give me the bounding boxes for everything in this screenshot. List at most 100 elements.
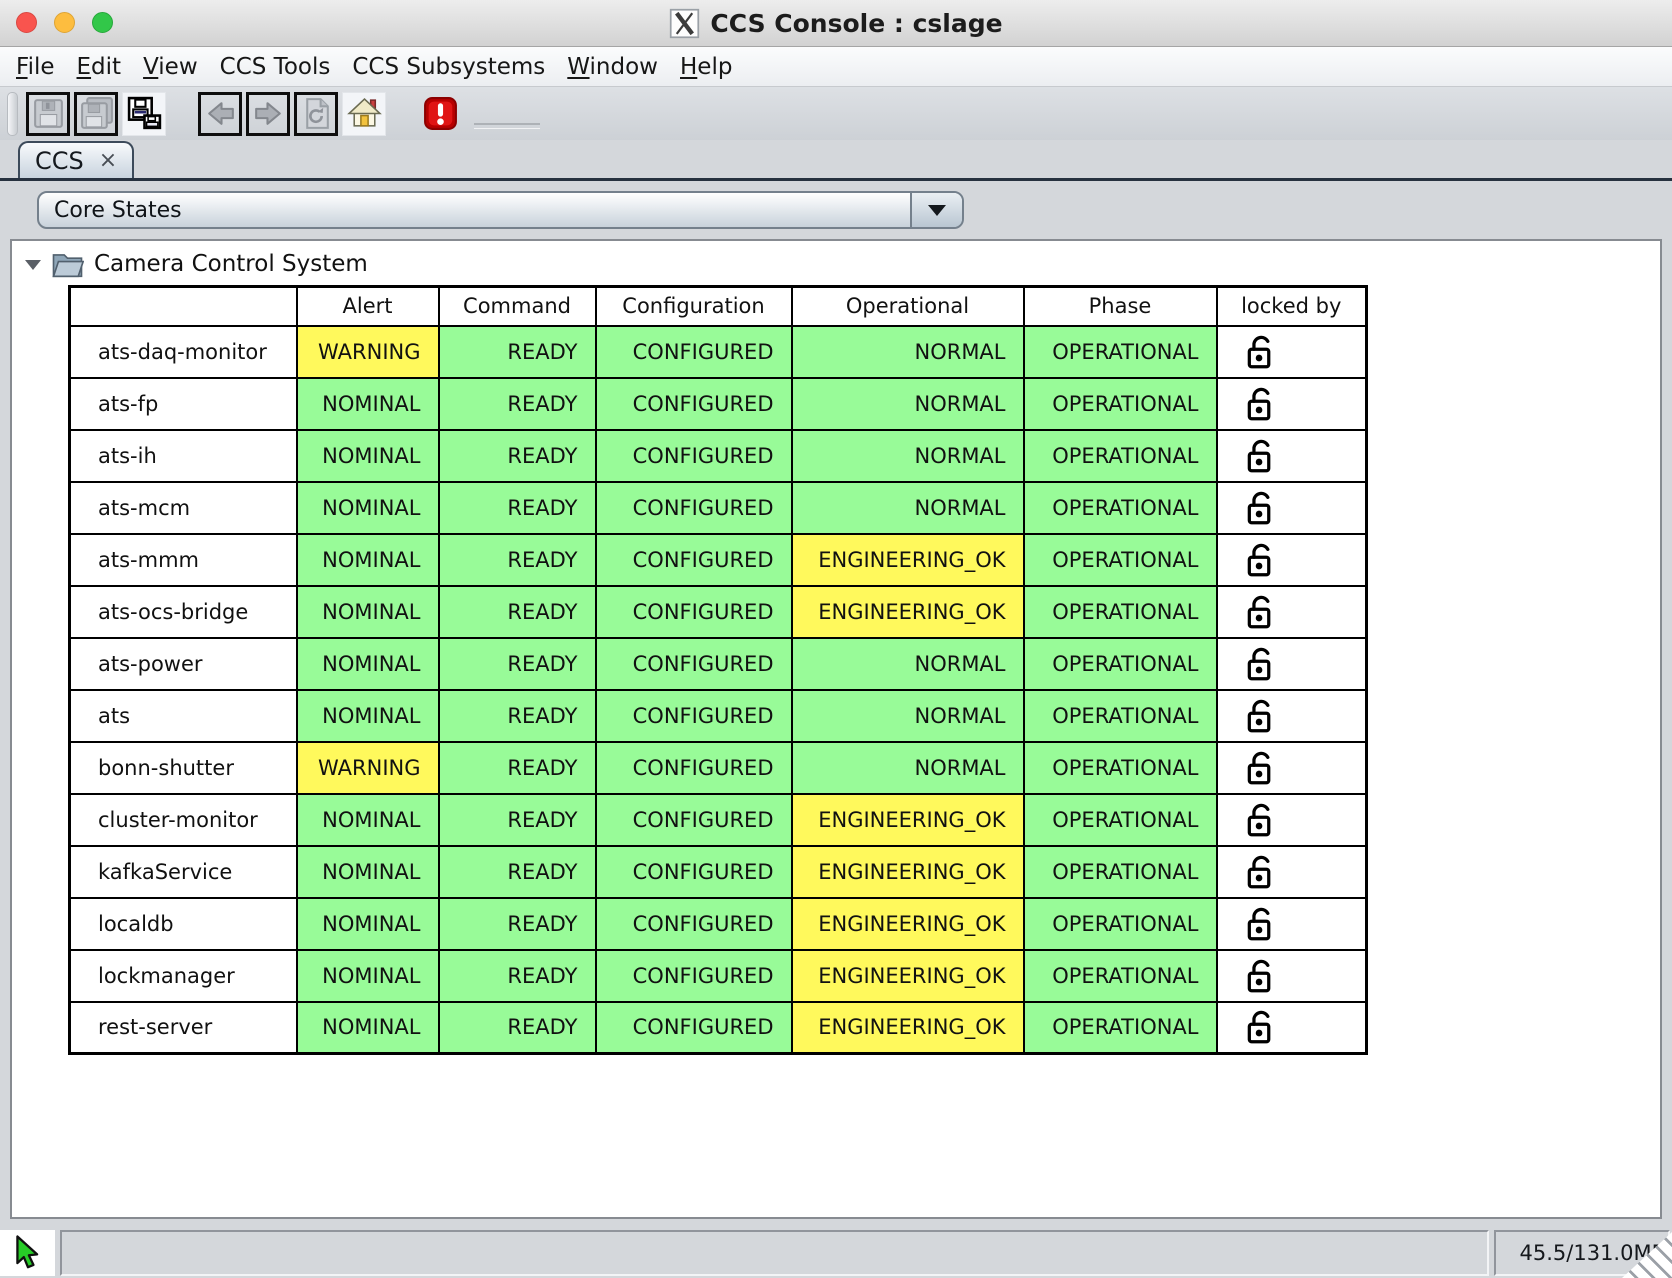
cell-operational[interactable]: NORMAL (792, 742, 1024, 794)
cell-phase[interactable]: OPERATIONAL (1024, 482, 1217, 534)
refresh-button[interactable] (294, 92, 338, 136)
cell-locked-by[interactable] (1217, 950, 1367, 1002)
cell-name[interactable]: bonn-shutter (70, 742, 297, 794)
cell-phase[interactable]: OPERATIONAL (1024, 794, 1217, 846)
cell-phase[interactable]: OPERATIONAL (1024, 638, 1217, 690)
alert-button[interactable] (418, 92, 462, 136)
cell-name[interactable]: localdb (70, 898, 297, 950)
cell-phase[interactable]: OPERATIONAL (1024, 690, 1217, 742)
home-button[interactable] (342, 92, 386, 136)
cell-locked-by[interactable] (1217, 846, 1367, 898)
cell-configuration[interactable]: CONFIGURED (596, 586, 792, 638)
cell-phase[interactable]: OPERATIONAL (1024, 846, 1217, 898)
cell-operational[interactable]: ENGINEERING_OK (792, 534, 1024, 586)
cell-alert[interactable]: WARNING (297, 326, 439, 378)
cell-operational[interactable]: NORMAL (792, 482, 1024, 534)
cell-command[interactable]: READY (439, 326, 596, 378)
cell-alert[interactable]: NOMINAL (297, 378, 439, 430)
cell-locked-by[interactable] (1217, 794, 1367, 846)
forward-button[interactable] (246, 92, 290, 136)
cell-command[interactable]: READY (439, 430, 596, 482)
cell-locked-by[interactable] (1217, 690, 1367, 742)
cell-phase[interactable]: OPERATIONAL (1024, 586, 1217, 638)
cell-locked-by[interactable] (1217, 534, 1367, 586)
cell-phase[interactable]: OPERATIONAL (1024, 326, 1217, 378)
cell-configuration[interactable]: CONFIGURED (596, 950, 792, 1002)
cell-name[interactable]: ats-ocs-bridge (70, 586, 297, 638)
tree-node-camera-control-system[interactable]: Camera Control System (12, 241, 1660, 278)
cell-phase[interactable]: OPERATIONAL (1024, 534, 1217, 586)
cell-operational[interactable]: ENGINEERING_OK (792, 794, 1024, 846)
cell-name[interactable]: ats-power (70, 638, 297, 690)
cell-configuration[interactable]: CONFIGURED (596, 326, 792, 378)
cell-name[interactable]: cluster-monitor (70, 794, 297, 846)
cell-configuration[interactable]: CONFIGURED (596, 794, 792, 846)
cell-operational[interactable]: NORMAL (792, 326, 1024, 378)
save-button[interactable] (26, 92, 70, 136)
menu-help[interactable]: Help (669, 51, 743, 83)
cell-operational[interactable]: ENGINEERING_OK (792, 586, 1024, 638)
cell-command[interactable]: READY (439, 794, 596, 846)
cell-operational[interactable]: NORMAL (792, 430, 1024, 482)
cell-command[interactable]: READY (439, 690, 596, 742)
cell-phase[interactable]: OPERATIONAL (1024, 430, 1217, 482)
cell-name[interactable]: kafkaService (70, 846, 297, 898)
cell-locked-by[interactable] (1217, 430, 1367, 482)
cell-operational[interactable]: ENGINEERING_OK (792, 846, 1024, 898)
cell-configuration[interactable]: CONFIGURED (596, 378, 792, 430)
cell-name[interactable]: ats-fp (70, 378, 297, 430)
view-selector[interactable]: Core States (37, 191, 964, 229)
tab-close-icon[interactable]: × (99, 150, 117, 172)
cell-locked-by[interactable] (1217, 898, 1367, 950)
cell-alert[interactable]: NOMINAL (297, 898, 439, 950)
triangle-down-icon[interactable] (25, 260, 41, 270)
cell-alert[interactable]: NOMINAL (297, 846, 439, 898)
menu-ccs-tools[interactable]: CCS Tools (209, 51, 342, 83)
cell-command[interactable]: READY (439, 638, 596, 690)
cell-name[interactable]: ats-daq-monitor (70, 326, 297, 378)
cell-command[interactable]: READY (439, 534, 596, 586)
tab-ccs[interactable]: CCS × (18, 141, 134, 178)
menu-edit[interactable]: Edit (66, 51, 133, 83)
cell-command[interactable]: READY (439, 378, 596, 430)
back-button[interactable] (198, 92, 242, 136)
cell-locked-by[interactable] (1217, 482, 1367, 534)
cell-configuration[interactable]: CONFIGURED (596, 846, 792, 898)
cell-alert[interactable]: NOMINAL (297, 690, 439, 742)
cell-operational[interactable]: ENGINEERING_OK (792, 898, 1024, 950)
view-selector-dropdown-button[interactable] (910, 193, 962, 227)
cell-command[interactable]: READY (439, 898, 596, 950)
cell-alert[interactable]: NOMINAL (297, 586, 439, 638)
cell-name[interactable]: lockmanager (70, 950, 297, 1002)
cell-alert[interactable]: NOMINAL (297, 950, 439, 1002)
cell-phase[interactable]: OPERATIONAL (1024, 898, 1217, 950)
cell-operational[interactable]: ENGINEERING_OK (792, 1002, 1024, 1054)
cell-alert[interactable]: NOMINAL (297, 1002, 439, 1054)
cell-configuration[interactable]: CONFIGURED (596, 690, 792, 742)
cell-locked-by[interactable] (1217, 378, 1367, 430)
cell-name[interactable]: ats-mcm (70, 482, 297, 534)
cell-locked-by[interactable] (1217, 1002, 1367, 1054)
cell-operational[interactable]: NORMAL (792, 690, 1024, 742)
cell-configuration[interactable]: CONFIGURED (596, 534, 792, 586)
cell-phase[interactable]: OPERATIONAL (1024, 950, 1217, 1002)
cell-name[interactable]: rest-server (70, 1002, 297, 1054)
cell-locked-by[interactable] (1217, 586, 1367, 638)
cell-name[interactable]: ats (70, 690, 297, 742)
cell-command[interactable]: READY (439, 950, 596, 1002)
cell-command[interactable]: READY (439, 1002, 596, 1054)
menu-window[interactable]: Window (556, 51, 669, 83)
cell-alert[interactable]: NOMINAL (297, 430, 439, 482)
cell-alert[interactable]: NOMINAL (297, 794, 439, 846)
cell-operational[interactable]: NORMAL (792, 638, 1024, 690)
cell-phase[interactable]: OPERATIONAL (1024, 742, 1217, 794)
cell-phase[interactable]: OPERATIONAL (1024, 1002, 1217, 1054)
cell-configuration[interactable]: CONFIGURED (596, 638, 792, 690)
cell-phase[interactable]: OPERATIONAL (1024, 378, 1217, 430)
cell-locked-by[interactable] (1217, 326, 1367, 378)
menu-file[interactable]: File (5, 51, 66, 83)
cell-command[interactable]: READY (439, 742, 596, 794)
cell-command[interactable]: READY (439, 482, 596, 534)
menu-ccs-subsystems[interactable]: CCS Subsystems (341, 51, 556, 83)
export-button[interactable] (122, 92, 166, 136)
